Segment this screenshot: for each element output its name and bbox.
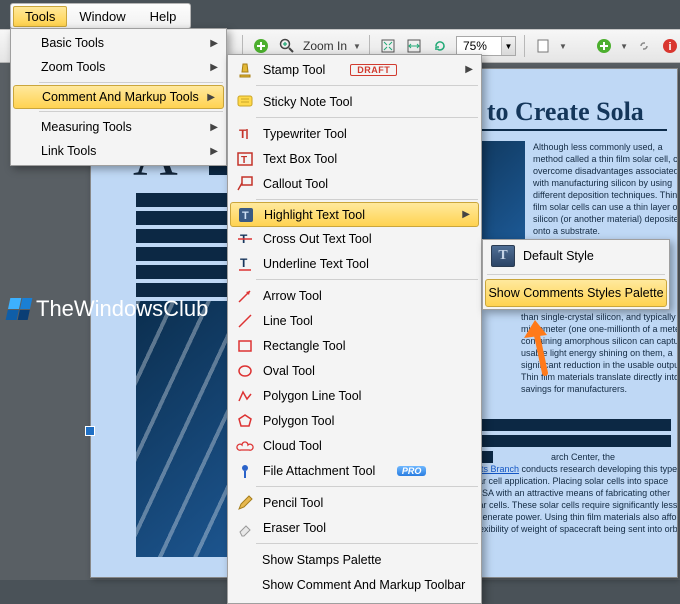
menu-show-comment-toolbar[interactable]: Show Comment And Markup Toolbar bbox=[228, 572, 481, 597]
pro-badge: PRO bbox=[397, 466, 427, 476]
svg-text:T: T bbox=[239, 127, 247, 141]
tool-rectangle[interactable]: Rectangle Tool bbox=[228, 333, 481, 358]
arrow-icon bbox=[236, 287, 254, 305]
style-thumbnail-icon: T bbox=[491, 245, 515, 267]
menu-comment-markup-tools[interactable]: Comment And Markup Tools▶ bbox=[13, 85, 224, 109]
tool-typewriter[interactable]: TTypewriter Tool bbox=[228, 121, 481, 146]
tb-add-icon[interactable] bbox=[251, 36, 271, 56]
tool-callout[interactable]: Callout Tool bbox=[228, 171, 481, 196]
tool-oval[interactable]: Oval Tool bbox=[228, 358, 481, 383]
oval-icon bbox=[236, 362, 254, 380]
selection-handle[interactable] bbox=[86, 427, 94, 435]
tool-arrow[interactable]: Arrow Tool bbox=[228, 283, 481, 308]
tools-dropdown: Basic Tools▶ Zoom Tools▶ Comment And Mar… bbox=[10, 28, 227, 166]
watermark-text: TheWindowsClub bbox=[36, 296, 208, 322]
tb-plus-icon[interactable] bbox=[594, 36, 614, 56]
chevron-down-icon[interactable]: ▼ bbox=[501, 37, 515, 55]
tb-pagefit-icon[interactable] bbox=[533, 36, 553, 56]
pencil-icon bbox=[236, 494, 254, 512]
tb-fitwidth-icon[interactable] bbox=[404, 36, 424, 56]
svg-text:T: T bbox=[241, 155, 247, 166]
tool-stamp[interactable]: Stamp Tool DRAFT▶ bbox=[228, 57, 481, 82]
highlight-style-submenu: TDefault Style Show Comments Styles Pale… bbox=[482, 239, 670, 310]
tb-rotate-icon[interactable] bbox=[430, 36, 450, 56]
tool-cloud[interactable]: Cloud Tool bbox=[228, 433, 481, 458]
svg-text:T: T bbox=[242, 210, 249, 222]
tool-underline-text[interactable]: TUnderline Text Tool bbox=[228, 251, 481, 276]
page2-body: than single-crystal silicon, and typical… bbox=[521, 311, 678, 395]
tb-fitpage-icon[interactable] bbox=[378, 36, 398, 56]
highlight-icon: T bbox=[237, 206, 255, 224]
polyline-icon bbox=[236, 387, 254, 405]
windows-logo-icon bbox=[6, 298, 33, 320]
tool-cross-out-text[interactable]: TCross Out Text Tool bbox=[228, 226, 481, 251]
menu-link-tools[interactable]: Link Tools▶ bbox=[11, 139, 226, 163]
eraser-icon bbox=[236, 519, 254, 537]
menu-measuring-tools[interactable]: Measuring Tools▶ bbox=[11, 115, 226, 139]
callout-icon bbox=[236, 175, 254, 193]
pushpin-icon bbox=[236, 462, 254, 480]
polygon-icon bbox=[236, 412, 254, 430]
tool-pencil[interactable]: Pencil Tool bbox=[228, 490, 481, 515]
text-box-icon: T bbox=[236, 150, 254, 168]
stamp-icon bbox=[236, 61, 254, 79]
tb-zoom-icon[interactable] bbox=[277, 36, 297, 56]
menu-help[interactable]: Help bbox=[138, 6, 189, 27]
menu-show-stamps-palette[interactable]: Show Stamps Palette bbox=[228, 547, 481, 572]
rectangle-icon bbox=[236, 337, 254, 355]
menu-window[interactable]: Window bbox=[67, 6, 137, 27]
cloud-icon bbox=[236, 437, 254, 455]
menubar: Tools Window Help bbox=[10, 3, 191, 29]
zoom-combo[interactable]: 75%▼ bbox=[456, 36, 516, 56]
svg-text:i: i bbox=[668, 41, 671, 53]
strikethrough-icon: T bbox=[236, 230, 254, 248]
menu-basic-tools[interactable]: Basic Tools▶ bbox=[11, 31, 226, 55]
page2-link-pre: arch Center, the bbox=[551, 451, 678, 463]
sticky-note-icon bbox=[236, 93, 254, 111]
menu-zoom-tools[interactable]: Zoom Tools▶ bbox=[11, 55, 226, 79]
menu-tools[interactable]: Tools bbox=[13, 6, 67, 27]
tool-file-attachment[interactable]: File Attachment Tool PRO bbox=[228, 458, 481, 483]
page2-intro: Although less commonly used, a method ca… bbox=[533, 141, 678, 237]
tool-polygon-line[interactable]: Polygon Line Tool bbox=[228, 383, 481, 408]
zoom-label: Zoom In bbox=[303, 39, 347, 53]
tb-help-icon[interactable]: i bbox=[660, 36, 680, 56]
tool-highlight-text[interactable]: THighlight Text Tool▶ bbox=[230, 202, 479, 227]
zoom-value: 75% bbox=[457, 39, 501, 53]
tool-polygon[interactable]: Polygon Tool bbox=[228, 408, 481, 433]
tool-line[interactable]: Line Tool bbox=[228, 308, 481, 333]
typewriter-icon: T bbox=[236, 125, 254, 143]
svg-text:T: T bbox=[240, 256, 248, 270]
line-icon bbox=[236, 312, 254, 330]
watermark: TheWindowsClub bbox=[8, 296, 208, 322]
menu-show-comments-styles-palette[interactable]: Show Comments Styles Palette bbox=[485, 279, 667, 307]
tb-links-icon[interactable] bbox=[634, 36, 654, 56]
comment-markup-submenu: Stamp Tool DRAFT▶ Sticky Note Tool TType… bbox=[227, 54, 482, 604]
draft-badge: DRAFT bbox=[350, 64, 397, 76]
tool-eraser[interactable]: Eraser Tool bbox=[228, 515, 481, 540]
underline-icon: T bbox=[236, 255, 254, 273]
tool-sticky-note[interactable]: Sticky Note Tool bbox=[228, 89, 481, 114]
tool-text-box[interactable]: TText Box Tool bbox=[228, 146, 481, 171]
menu-default-style[interactable]: TDefault Style bbox=[485, 242, 667, 270]
